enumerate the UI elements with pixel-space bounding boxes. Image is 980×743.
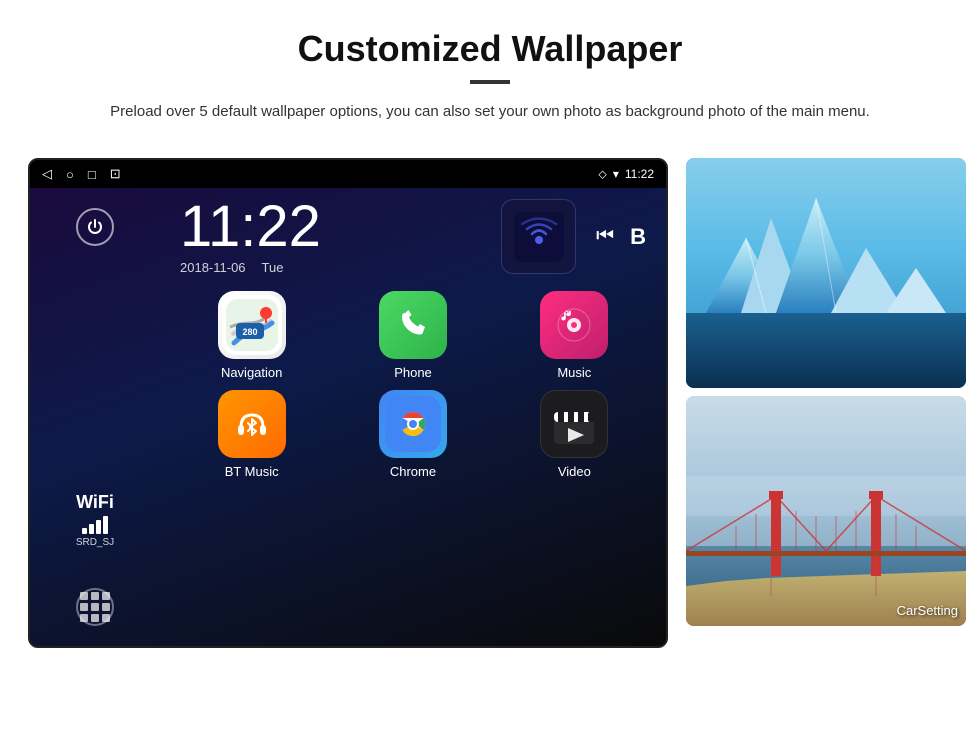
video-icon	[540, 390, 608, 458]
apps-grid-icon	[80, 592, 110, 622]
content-area: ◁ ○ □ ⊡ ⬦ ▾ 11:22	[0, 140, 980, 648]
page-header: Customized Wallpaper Preload over 5 defa…	[0, 0, 980, 140]
bluetooth-letter: B	[630, 224, 646, 250]
prev-track-icon[interactable]: ⏮	[596, 225, 614, 248]
status-bar: ◁ ○ □ ⊡ ⬦ ▾ 11:22	[30, 160, 666, 188]
navigation-icon: 280	[218, 291, 286, 359]
wifi-ssid: SRD_SJ	[76, 537, 114, 548]
wallpaper-bridge: CarSetting	[686, 396, 966, 626]
screenshot-icon[interactable]: ⊡	[110, 166, 121, 182]
phone-label: Phone	[394, 365, 432, 380]
app-item-video[interactable]: Video	[499, 390, 650, 479]
recent-icon[interactable]: □	[88, 167, 96, 182]
home-icon[interactable]: ○	[66, 167, 74, 182]
clock-time: 11:22	[180, 198, 481, 256]
location-icon: ⬦	[598, 167, 606, 182]
clock-date-value: 2018-11-06	[180, 260, 246, 275]
svg-text:280: 280	[242, 327, 257, 337]
apps-button[interactable]	[76, 588, 114, 626]
bt-music-label: BT Music	[225, 464, 279, 479]
app-item-phone[interactable]: Phone	[337, 291, 488, 380]
status-bar-right: ⬦ ▾ 11:22	[598, 167, 654, 182]
clock-area: 11:22 2018-11-06 Tue	[160, 188, 666, 283]
power-button[interactable]	[76, 208, 114, 246]
android-device: ◁ ○ □ ⊡ ⬦ ▾ 11:22	[28, 158, 668, 648]
glacier-scene	[686, 158, 966, 388]
phone-icon	[379, 291, 447, 359]
signal-icon: ▾	[613, 167, 619, 181]
bridge-svg	[686, 396, 966, 626]
clock-widget: 11:22 2018-11-06 Tue	[180, 198, 481, 275]
bt-music-icon	[218, 390, 286, 458]
app-item-navigation[interactable]: 280 Navigation	[176, 291, 327, 380]
screen-body: WiFi SRD_SJ	[30, 188, 666, 646]
bridge-scene: CarSetting	[686, 396, 966, 626]
wifi-widget: WiFi SRD_SJ	[76, 492, 114, 548]
wallpaper-glacier	[686, 158, 966, 388]
radio-icon	[514, 212, 564, 262]
page-description: Preload over 5 default wallpaper options…	[100, 100, 880, 124]
glacier-svg	[686, 158, 966, 388]
app-grid: 280 Navigation	[160, 283, 666, 487]
app-item-bt-music[interactable]: BT Music	[176, 390, 327, 479]
back-icon[interactable]: ◁	[42, 166, 52, 182]
car-setting-label: CarSetting	[897, 603, 958, 618]
clock-day-value: Tue	[262, 260, 284, 275]
music-icon	[540, 291, 608, 359]
title-divider	[470, 80, 510, 84]
page-title: Customized Wallpaper	[60, 28, 920, 70]
wifi-label: WiFi	[76, 492, 114, 513]
chrome-icon	[379, 390, 447, 458]
status-bar-left: ◁ ○ □ ⊡	[42, 166, 121, 182]
navigation-label: Navigation	[221, 365, 282, 380]
media-controls: ⏮ B	[596, 224, 646, 250]
music-label: Music	[557, 365, 591, 380]
chrome-label: Chrome	[390, 464, 436, 479]
left-sidebar: WiFi SRD_SJ	[30, 188, 160, 646]
app-item-chrome[interactable]: Chrome	[337, 390, 488, 479]
center-content: 11:22 2018-11-06 Tue	[160, 188, 666, 646]
app-item-music[interactable]: Music	[499, 291, 650, 380]
radio-icon-box[interactable]	[501, 199, 576, 274]
status-time: 11:22	[625, 167, 654, 181]
clock-date: 2018-11-06 Tue	[180, 260, 481, 275]
video-label: Video	[558, 464, 591, 479]
wifi-bars	[82, 516, 108, 534]
right-panel: CarSetting	[668, 158, 966, 626]
